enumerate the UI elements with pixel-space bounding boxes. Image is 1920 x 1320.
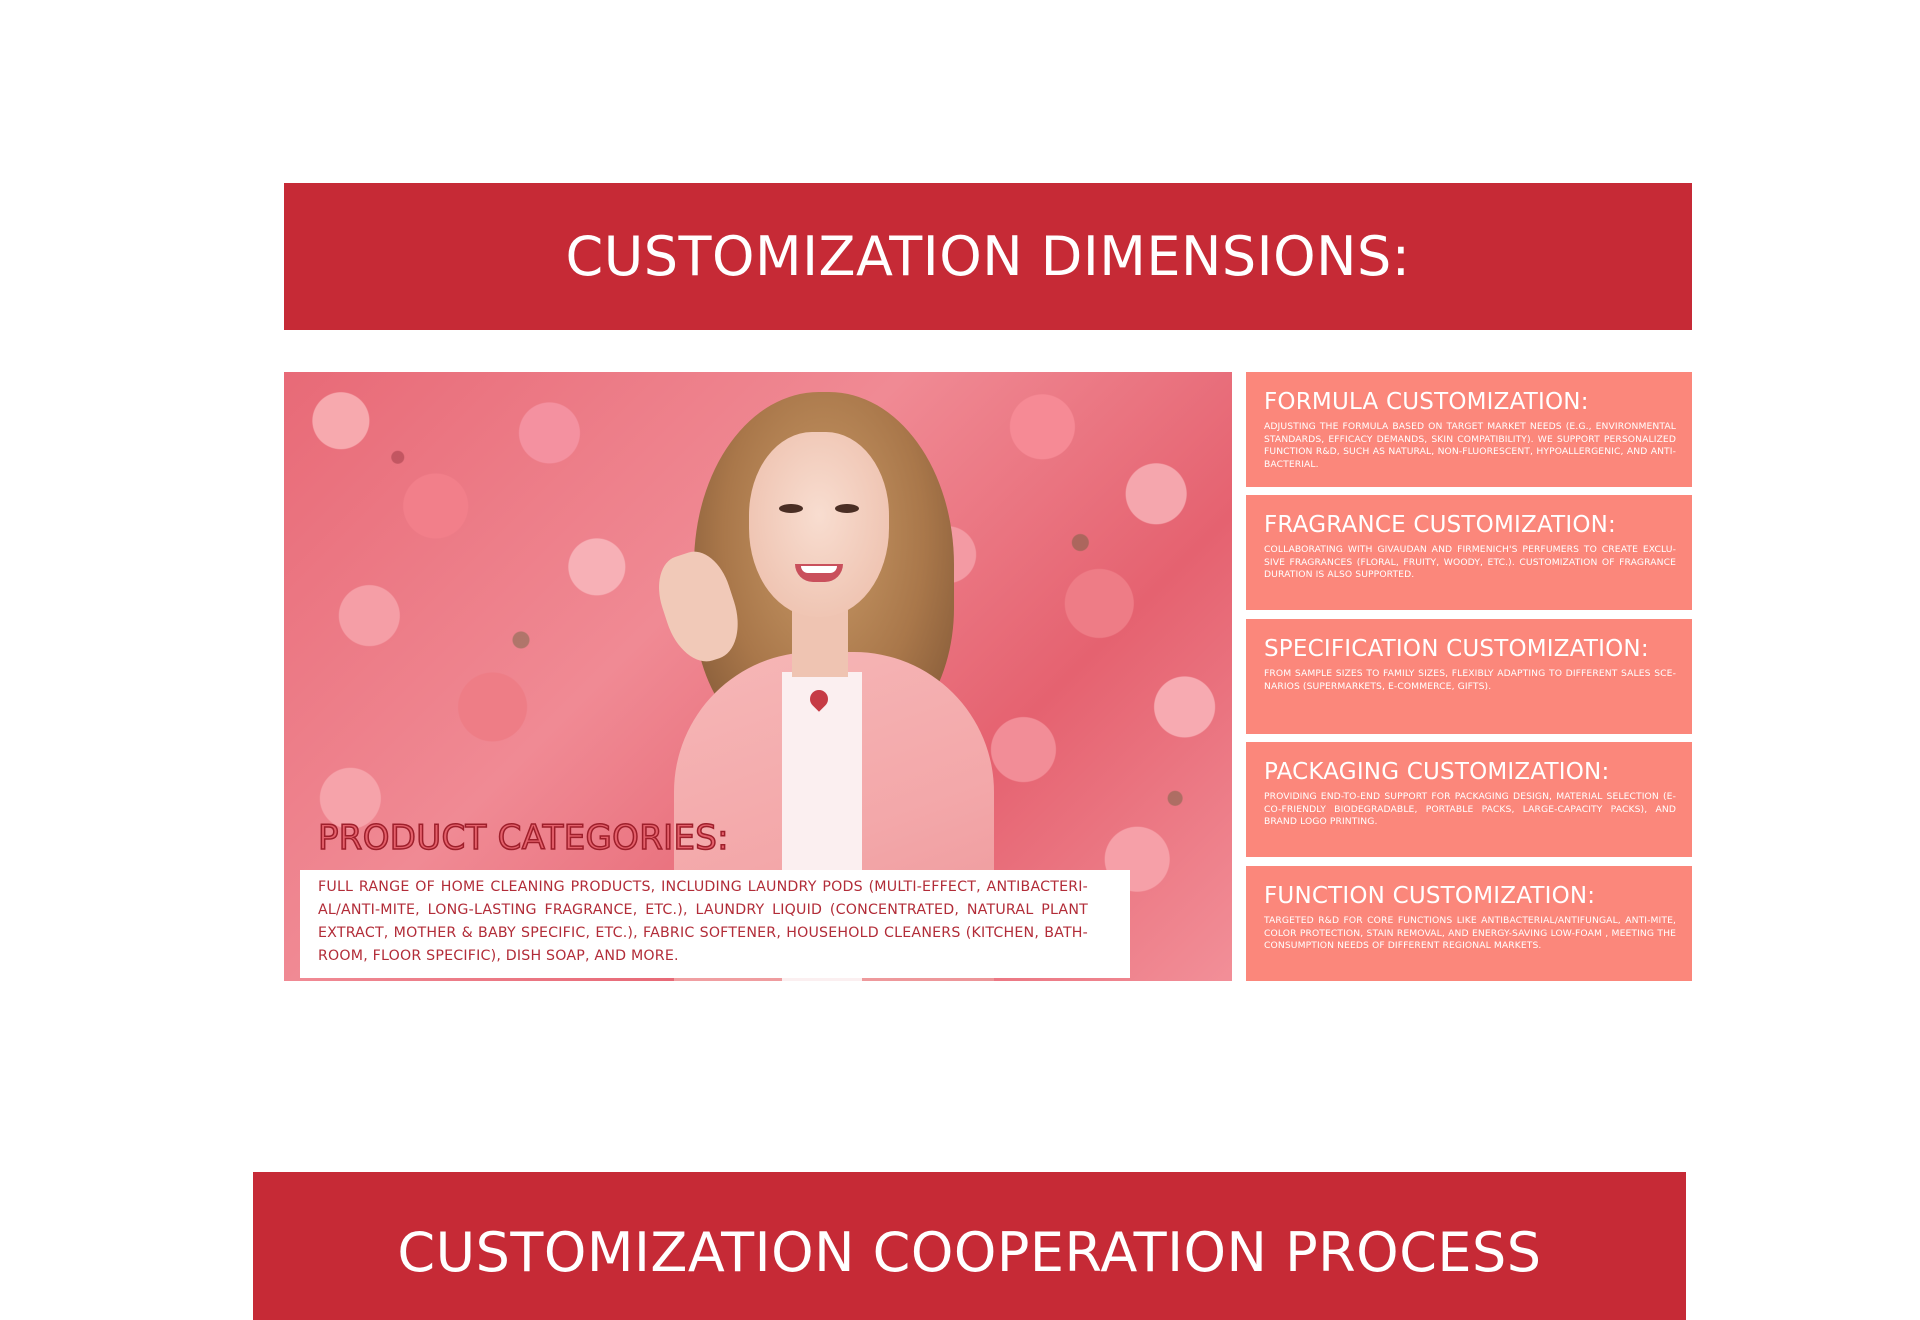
process-banner: CUSTOMIZATION COOPERATION PROCESS <box>253 1172 1686 1320</box>
smile <box>795 564 843 582</box>
card-title: PACKAGING CUSTOMIZATION: <box>1264 759 1610 785</box>
product-categories-box: FULL RANGE OF HOME CLEANING PRODUCTS, IN… <box>300 870 1130 978</box>
page: CUSTOMIZATION DIMENSIONS: PRODUCT CATEGO… <box>0 0 1920 1320</box>
card-packaging: PACKAGING CUSTOMIZATION: PROVIDING END-T… <box>1246 742 1692 857</box>
card-text: PROVIDING END-TO-END SUPPORT FOR PACKAGI… <box>1264 791 1676 828</box>
process-title: CUSTOMIZATION COOPERATION PROCESS <box>397 1220 1542 1284</box>
card-formula: FORMULA CUSTOMIZATION: ADJUSTING THE FOR… <box>1246 372 1692 487</box>
card-title: SPECIFICATION CUSTOMIZATION: <box>1264 636 1649 662</box>
face <box>749 432 889 617</box>
card-text: TARGETED R&D FOR CORE FUNCTIONS LIKE ANT… <box>1264 915 1676 952</box>
card-title: FORMULA CUSTOMIZATION: <box>1264 389 1589 415</box>
card-text: ADJUSTING THE FORMULA BASED ON TARGET MA… <box>1264 421 1676 470</box>
card-specification: SPECIFICATION CUSTOMIZATION: FROM SAMPLE… <box>1246 619 1692 734</box>
card-text: FROM SAMPLE SIZES TO FAMILY SIZES, FLEXI… <box>1264 668 1676 692</box>
product-categories-title: PRODUCT CATEGORIES: <box>317 817 729 859</box>
card-title: FUNCTION CUSTOMIZATION: <box>1264 883 1596 909</box>
dimensions-banner: CUSTOMIZATION DIMENSIONS: <box>284 183 1692 330</box>
card-function: FUNCTION CUSTOMIZATION: TARGETED R&D FOR… <box>1246 866 1692 981</box>
hero-photo: PRODUCT CATEGORIES: FULL RANGE OF HOME C… <box>284 372 1232 981</box>
card-fragrance: FRAGRANCE CUSTOMIZATION: COLLABORATING W… <box>1246 495 1692 610</box>
card-title: FRAGRANCE CUSTOMIZATION: <box>1264 512 1616 538</box>
card-text: COLLABORATING WITH GIVAUDAN AND FIRMENIC… <box>1264 544 1676 581</box>
dimensions-title: CUSTOMIZATION DIMENSIONS: <box>565 225 1411 288</box>
left-eye <box>779 504 803 513</box>
product-categories-text: FULL RANGE OF HOME CLEANING PRODUCTS, IN… <box>318 879 1088 964</box>
right-eye <box>835 504 859 513</box>
neck <box>792 607 848 677</box>
